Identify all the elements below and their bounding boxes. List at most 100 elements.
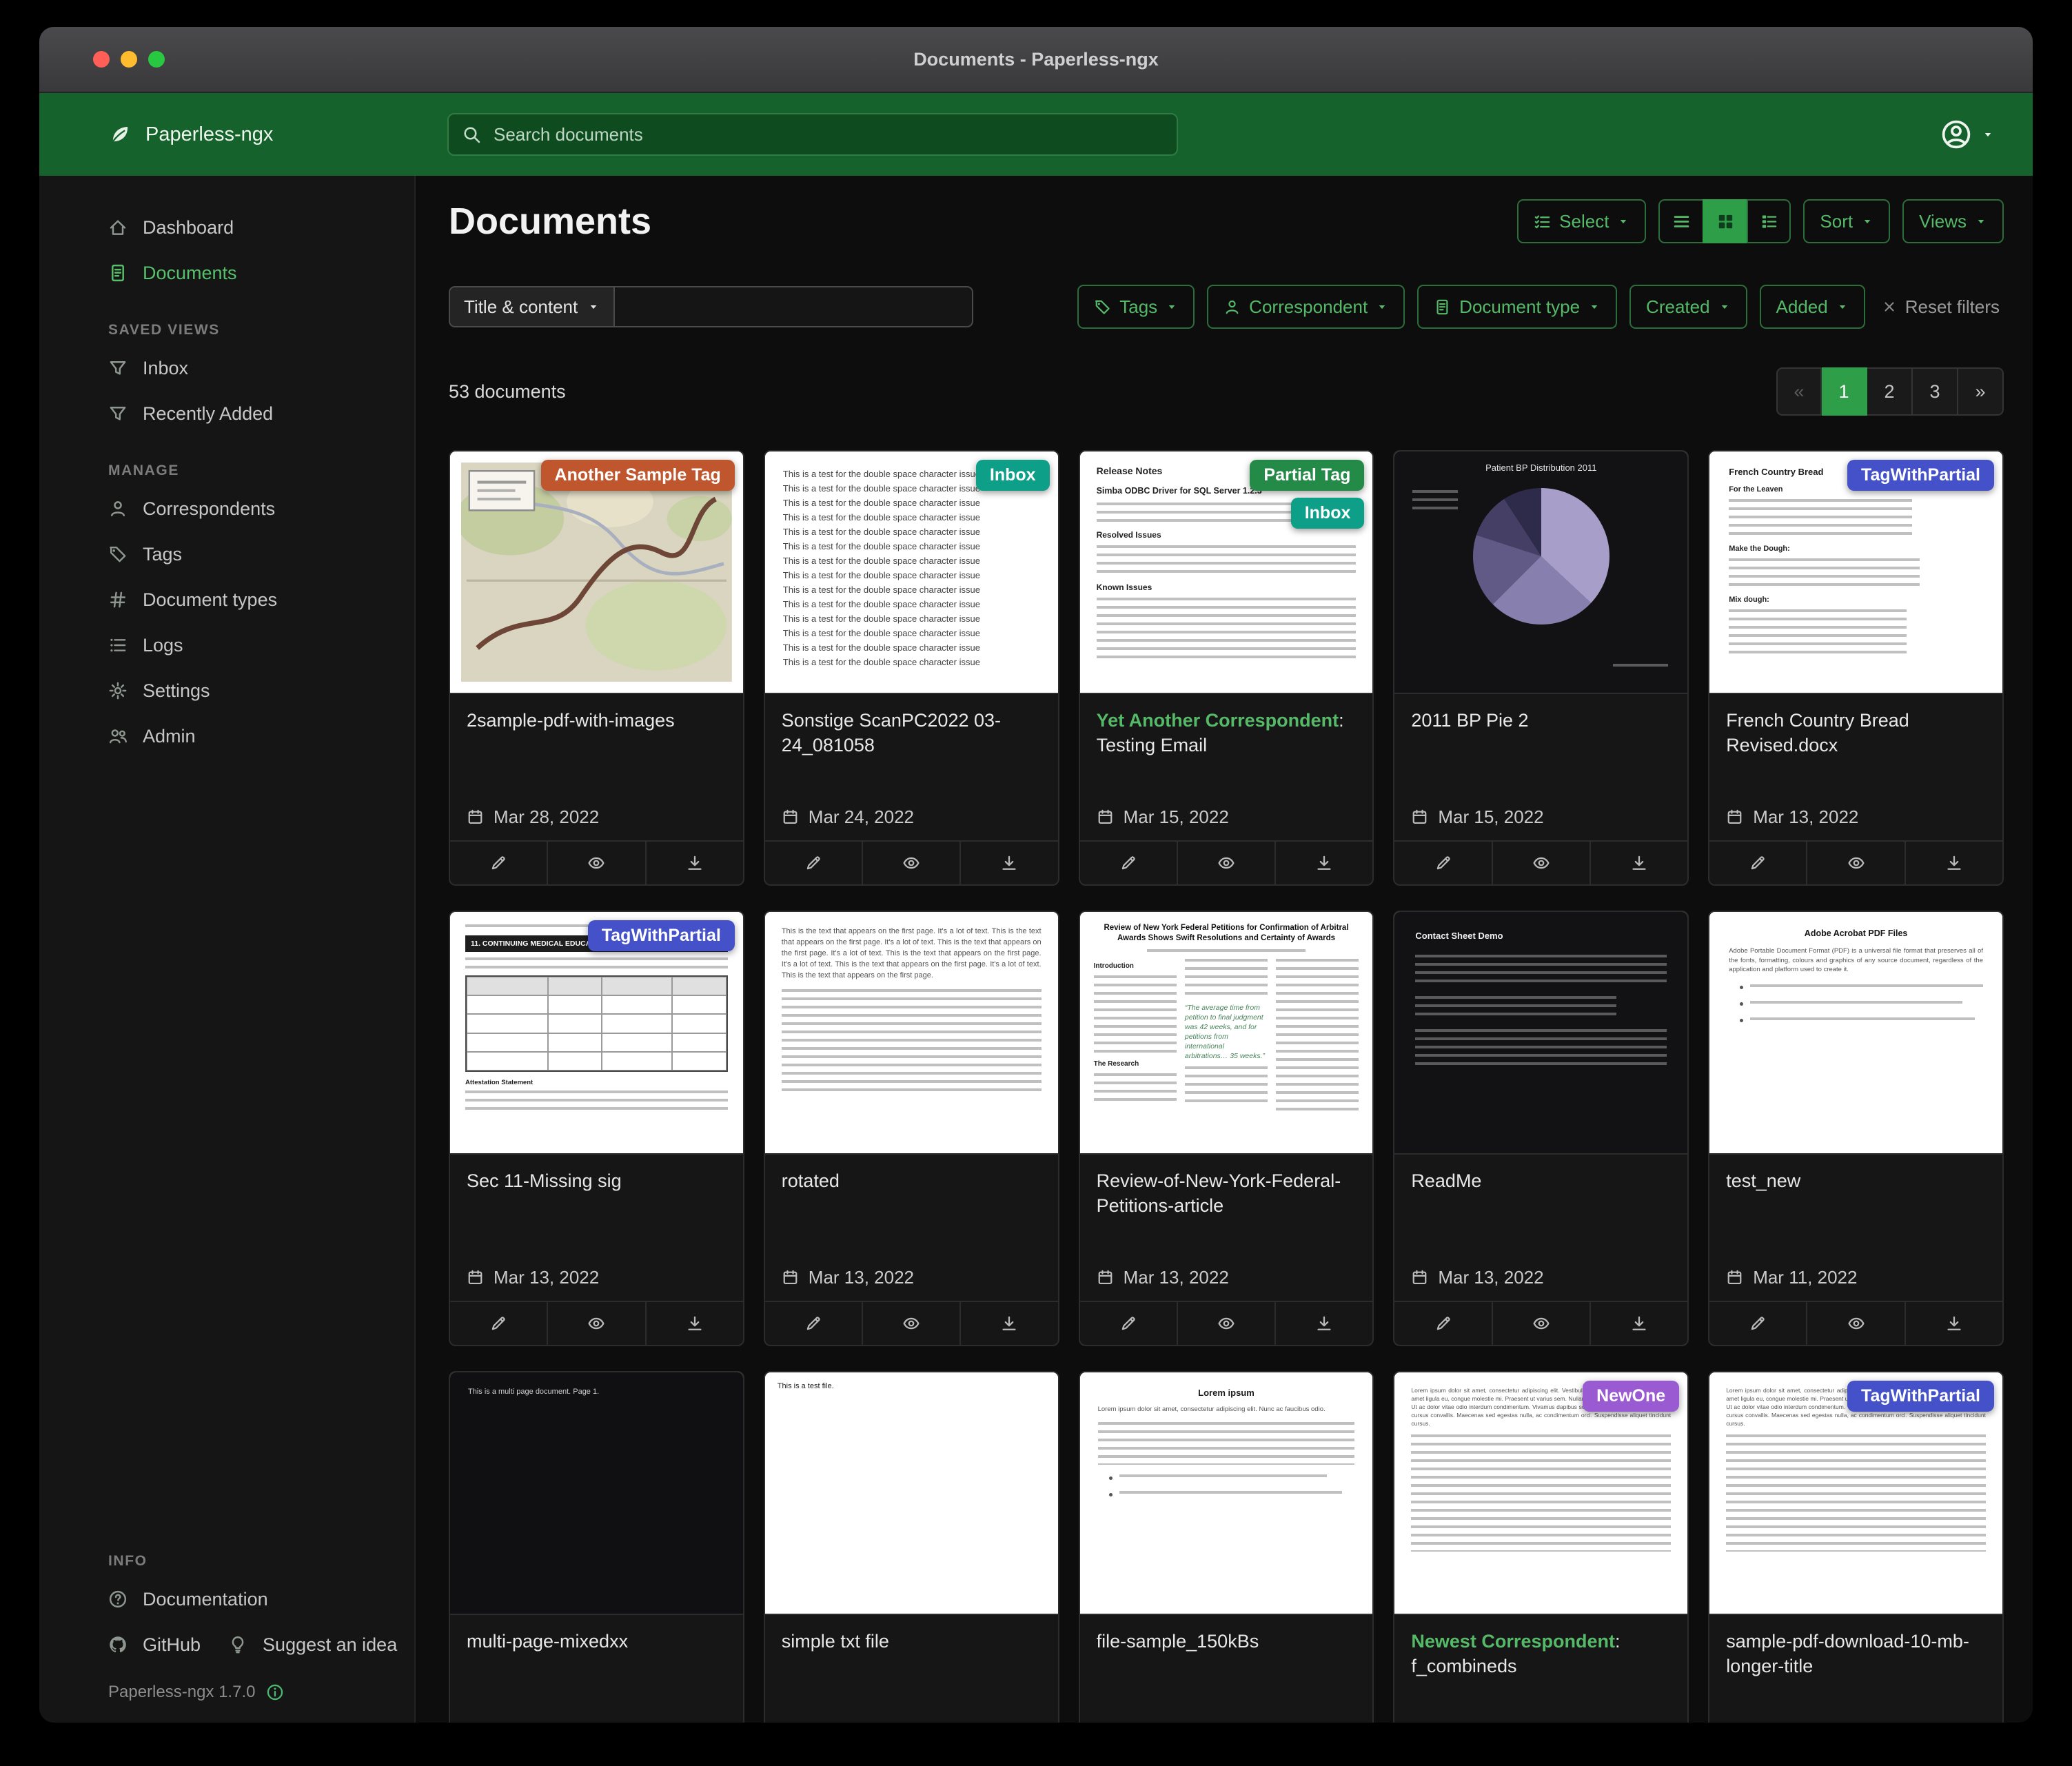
global-search-input[interactable] (492, 123, 1163, 146)
views-button[interactable]: Views (1902, 199, 2004, 243)
tag-badge[interactable]: Partial Tag (1250, 460, 1364, 491)
sidebar-item-inbox[interactable]: Inbox (108, 345, 394, 391)
view-button[interactable] (1493, 1302, 1591, 1345)
sidebar-item-recently-added[interactable]: Recently Added (108, 391, 394, 436)
pagination-page-1[interactable]: 1 (1822, 367, 1867, 416)
app-brand[interactable]: Paperless-ngx (108, 123, 447, 146)
tag-badge[interactable]: TagWithPartial (588, 920, 735, 951)
view-button[interactable] (863, 1302, 961, 1345)
view-button[interactable] (1493, 842, 1591, 884)
view-button[interactable] (1807, 842, 1905, 884)
document-title[interactable]: Sonstige ScanPC2022 03-24_081058 (782, 708, 1042, 758)
correspondent-link[interactable]: Newest Correspondent (1411, 1631, 1615, 1652)
detail-view-button[interactable] (1747, 199, 1791, 243)
edit-button[interactable] (1709, 1302, 1807, 1345)
minimize-window-button[interactable] (121, 51, 137, 68)
edit-button[interactable] (1709, 842, 1807, 884)
edit-button[interactable] (765, 1302, 863, 1345)
document-type-filter-button[interactable]: Document type (1417, 285, 1617, 329)
grid-view-button[interactable] (1703, 199, 1747, 243)
download-button[interactable] (961, 1302, 1057, 1345)
document-title[interactable]: 2011 BP Pie 2 (1411, 708, 1671, 733)
document-title[interactable]: simple txt file (782, 1629, 1042, 1654)
download-button[interactable] (647, 1302, 743, 1345)
user-menu[interactable] (1940, 119, 1994, 150)
global-search[interactable] (447, 113, 1178, 156)
document-title[interactable]: French Country Bread Revised.docx (1726, 708, 1986, 758)
document-thumbnail[interactable]: French Country Bread For the Leaven Make… (1709, 451, 2002, 694)
sidebar-item-tags[interactable]: Tags (108, 531, 394, 577)
document-title[interactable]: rotated (782, 1168, 1042, 1193)
document-thumbnail[interactable]: Adobe Acrobat PDF Files Adobe Portable D… (1709, 912, 2002, 1155)
sort-button[interactable]: Sort (1803, 199, 1890, 243)
title-content-dropdown[interactable]: Title & content (449, 286, 615, 327)
edit-button[interactable] (1394, 842, 1492, 884)
document-thumbnail[interactable]: Lorem ipsum dolor sit amet, consectetur … (1394, 1372, 1687, 1615)
document-thumbnail[interactable]: Review of New York Federal Petitions for… (1080, 912, 1373, 1155)
document-thumbnail[interactable]: Patient BP Distribution 2011 (1394, 451, 1687, 694)
edit-button[interactable] (1394, 1302, 1492, 1345)
document-thumbnail[interactable]: 11. CONTINUING MEDICAL EDUCATION Attesta… (450, 912, 743, 1155)
document-thumbnail[interactable]: Contact Sheet Demo (1394, 912, 1687, 1155)
document-title[interactable]: sample-pdf-download-10-mb-longer-title (1726, 1629, 1986, 1678)
pagination-next[interactable]: » (1958, 367, 2004, 416)
document-title[interactable]: Sec 11-Missing sig (467, 1168, 727, 1193)
reset-filters-button[interactable]: Reset filters (1878, 296, 2004, 318)
correspondent-link[interactable]: Yet Another Correspondent (1097, 710, 1339, 731)
added-filter-button[interactable]: Added (1760, 285, 1865, 329)
edit-button[interactable] (1080, 1302, 1178, 1345)
sidebar-item-settings[interactable]: Settings (108, 668, 394, 713)
sidebar-item-admin[interactable]: Admin (108, 713, 394, 759)
document-thumbnail[interactable]: Release Notes Simba ODBC Driver for SQL … (1080, 451, 1373, 694)
edit-button[interactable] (1080, 842, 1178, 884)
select-button[interactable]: Select (1517, 199, 1646, 243)
view-button[interactable] (1178, 1302, 1276, 1345)
document-thumbnail[interactable]: Lorem ipsum Lorem ipsum dolor sit amet, … (1080, 1372, 1373, 1615)
created-filter-button[interactable]: Created (1629, 285, 1747, 329)
document-thumbnail[interactable]: This is a test for the double space char… (765, 451, 1058, 694)
sidebar-item-dashboard[interactable]: Dashboard (108, 205, 394, 250)
info-circle-icon[interactable] (266, 1683, 284, 1701)
document-title[interactable]: test_new (1726, 1168, 1986, 1193)
pagination-prev[interactable]: « (1776, 367, 1822, 416)
view-button[interactable] (548, 1302, 646, 1345)
pagination-page-3[interactable]: 3 (1913, 367, 1958, 416)
sidebar-item-documents[interactable]: Documents (108, 250, 394, 296)
download-button[interactable] (1906, 842, 2002, 884)
document-thumbnail[interactable]: This is a multi page document. Page 1. (450, 1372, 743, 1615)
zoom-window-button[interactable] (148, 51, 165, 68)
sidebar-item-github[interactable]: GitHub (108, 1622, 201, 1667)
document-thumbnail[interactable]: Lorem ipsum dolor sit amet, consectetur … (1709, 1372, 2002, 1615)
download-button[interactable] (1276, 842, 1372, 884)
document-title[interactable]: Review-of-New-York-Federal-Petitions-art… (1097, 1168, 1357, 1218)
document-title[interactable]: 2sample-pdf-with-images (467, 708, 727, 733)
download-button[interactable] (961, 842, 1057, 884)
download-button[interactable] (1906, 1302, 2002, 1345)
title-content-query-input[interactable] (615, 286, 973, 327)
tag-badge[interactable]: TagWithPartial (1847, 1381, 1994, 1412)
view-button[interactable] (863, 842, 961, 884)
document-title[interactable]: Newest Correspondent: f_combineds (1411, 1629, 1671, 1678)
download-button[interactable] (647, 842, 743, 884)
view-button[interactable] (1807, 1302, 1905, 1345)
edit-button[interactable] (765, 842, 863, 884)
document-title[interactable]: file-sample_150kBs (1097, 1629, 1357, 1654)
download-button[interactable] (1591, 1302, 1687, 1345)
edit-button[interactable] (450, 1302, 548, 1345)
document-thumbnail[interactable]: This is a test file. (765, 1372, 1058, 1615)
download-button[interactable] (1276, 1302, 1372, 1345)
sidebar-item-document-types[interactable]: Document types (108, 577, 394, 622)
sidebar-item-documentation[interactable]: Documentation (108, 1576, 394, 1622)
tag-badge[interactable]: TagWithPartial (1847, 460, 1994, 491)
document-title[interactable]: multi-page-mixedxx (467, 1629, 727, 1654)
tag-badge[interactable]: NewOne (1583, 1381, 1679, 1412)
document-title[interactable]: Yet Another Correspondent: Testing Email (1097, 708, 1357, 758)
document-thumbnail[interactable]: This is the text that appears on the fir… (765, 912, 1058, 1155)
tag-badge[interactable]: Inbox (1291, 498, 1365, 529)
list-view-button[interactable] (1658, 199, 1703, 243)
tag-badge[interactable]: Another Sample Tag (541, 460, 735, 491)
tags-filter-button[interactable]: Tags (1077, 285, 1195, 329)
sidebar-item-correspondents[interactable]: Correspondents (108, 486, 394, 531)
edit-button[interactable] (450, 842, 548, 884)
document-thumbnail[interactable]: Another Sample Tag (450, 451, 743, 694)
